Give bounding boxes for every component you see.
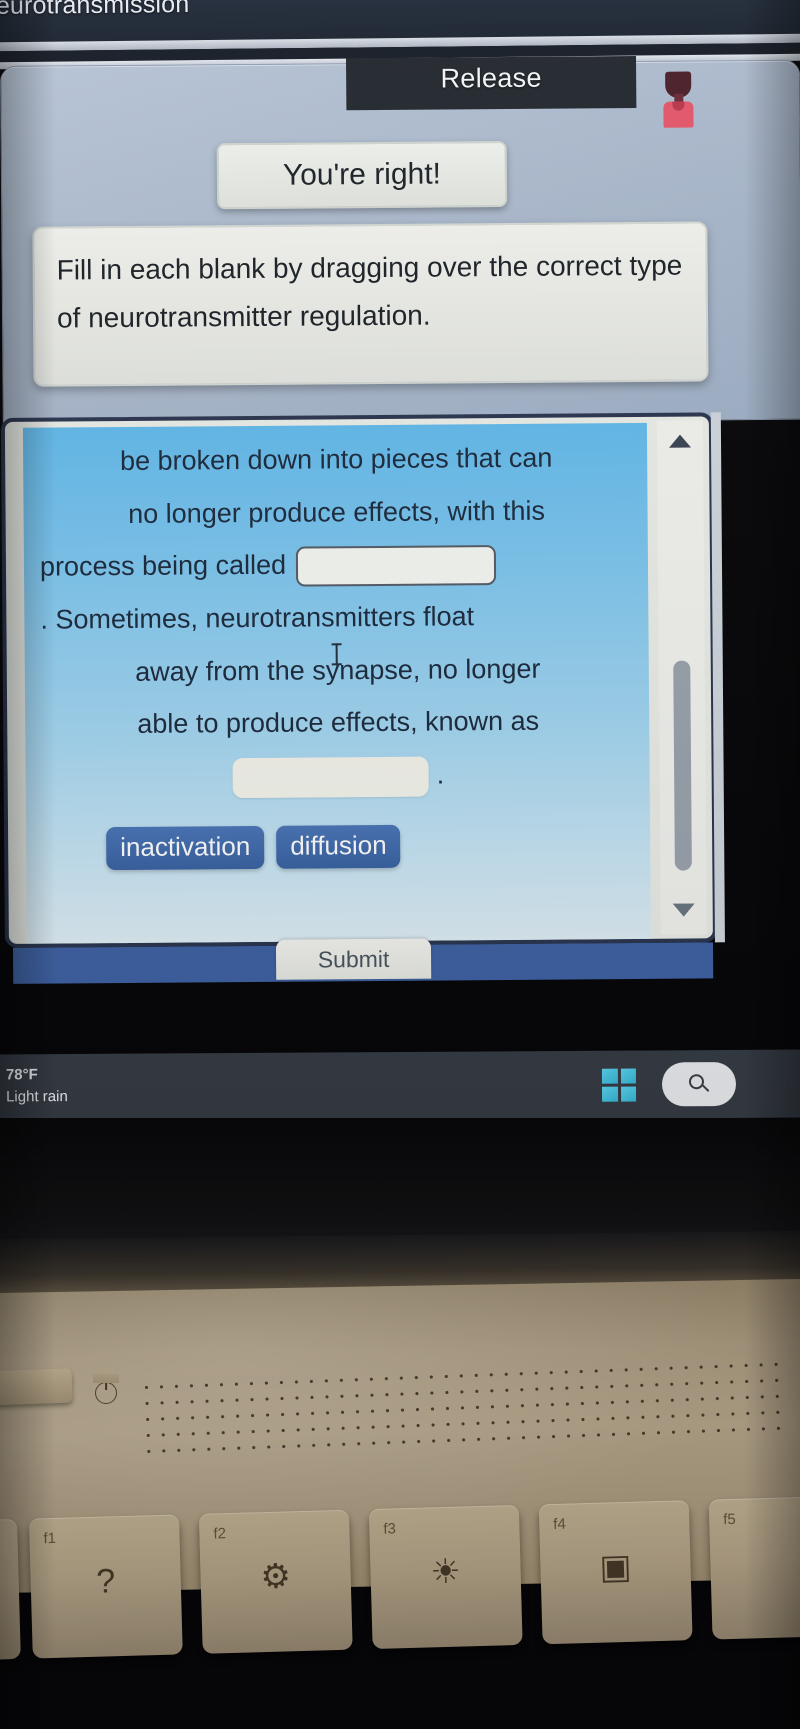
power-icon[interactable] [95, 1382, 117, 1404]
submit-button[interactable]: Submit [275, 938, 432, 980]
start-icon-pane-3 [602, 1086, 618, 1102]
taskbar-search-button[interactable] [661, 1061, 737, 1107]
windows-taskbar: 78°F Light rain [0, 1049, 800, 1123]
question-scrollbar[interactable] [656, 420, 707, 935]
keyboard-key-f3-glyph: ☀ [429, 1552, 462, 1592]
question-line-3: process being called [39, 549, 287, 582]
screenshot-root: eurotransmission Release You're right! F… [0, 0, 800, 1729]
question-line-5: away from the synapse, no longer [135, 653, 541, 687]
feedback-box: You're right! [216, 140, 508, 210]
question-line-3-wrap: process being called [40, 536, 634, 593]
question-line-7: . [436, 759, 445, 790]
taskbar-weather-widget[interactable]: 78°F Light rain [6, 1064, 68, 1108]
blank-1-dropzone[interactable] [295, 545, 496, 587]
windows-start-icon[interactable] [601, 1068, 637, 1102]
text-cursor-icon [335, 643, 338, 666]
start-icon-pane-4 [620, 1086, 637, 1102]
keyboard-function-row: f1 ? f2 ⚙ f3 ☀ f4 ▣ f5 [0, 1495, 800, 1729]
keyboard-key-f1-glyph: ? [95, 1562, 116, 1601]
question-body: be broken down into pieces that can no l… [22, 422, 651, 944]
search-icon-handle [701, 1084, 710, 1093]
question-line-2: no longer produce effects, with this [128, 495, 546, 529]
keyboard-key-f2-glyph: ⚙ [259, 1557, 292, 1597]
weather-temperature: 78°F [5, 1066, 38, 1084]
keyboard-key-f1-label: f1 [43, 1529, 57, 1548]
question-line-6: able to produce effects, known as [137, 705, 540, 740]
browser-tab-title: eurotransmission [0, 0, 190, 20]
section-label-text: Release [440, 62, 542, 93]
keyboard-key-f2[interactable]: f2 ⚙ [198, 1509, 353, 1654]
keyboard-key-f4-glyph: ▣ [598, 1547, 633, 1587]
weather-condition: Light rain [6, 1087, 68, 1106]
laptop-screen-content: Release You're right! Fill in each blank… [0, 54, 800, 1060]
keyboard-key-f3-label: f3 [383, 1520, 397, 1538]
search-icon [688, 1074, 710, 1094]
instruction-box: Fill in each blank by dragging over the … [32, 221, 709, 387]
keyboard-key-f1[interactable]: f1 ? [28, 1514, 183, 1659]
laptop-bezel-bottom [0, 1118, 800, 1248]
laptop-side-key[interactable] [0, 1368, 73, 1406]
instruction-text: Fill in each blank by dragging over the … [56, 249, 683, 334]
start-icon-pane-2 [620, 1068, 636, 1084]
quiz-app-panel: Release You're right! Fill in each blank… [0, 55, 800, 426]
keyboard-key-f4-label: f4 [553, 1515, 567, 1533]
submit-button-label: Submit [317, 945, 390, 972]
scroll-up-arrow-icon[interactable] [668, 434, 692, 448]
scrollbar-thumb[interactable] [673, 660, 692, 871]
keyboard-key-edge-left[interactable] [0, 1518, 21, 1661]
search-icon-ring [688, 1074, 705, 1090]
question-text: be broken down into pieces that can no l… [39, 431, 636, 804]
keyboard-key-f5[interactable]: f5 [708, 1495, 800, 1640]
start-icon-pane-1 [601, 1068, 618, 1084]
question-line-7-wrap: . [41, 747, 635, 804]
keyboard-key-f2-label: f2 [213, 1525, 227, 1543]
question-line-4: . Sometimes, neurotransmitters float [40, 601, 475, 635]
word-bank: inactivation diffusion [106, 824, 401, 871]
word-chip-diffusion[interactable]: diffusion [276, 824, 401, 869]
blank-2-dropzone[interactable] [232, 756, 430, 798]
question-card: be broken down into pieces that can no l… [0, 412, 717, 948]
scroll-down-arrow-icon[interactable] [672, 903, 695, 917]
keyboard-key-f4[interactable]: f4 ▣ [538, 1500, 693, 1645]
keyboard-key-f3[interactable]: f3 ☀ [368, 1504, 523, 1650]
question-line-1: be broken down into pieces that can [119, 442, 553, 477]
word-chip-inactivation[interactable]: inactivation [106, 825, 265, 871]
avatar [661, 71, 695, 129]
keyboard-key-f5-label: f5 [723, 1510, 736, 1529]
keyboard-key-f5-glyph [710, 1543, 800, 1547]
power-icon-mask [93, 1374, 119, 1383]
feedback-message: You're right! [282, 157, 442, 192]
section-label-bar: Release [345, 55, 637, 111]
